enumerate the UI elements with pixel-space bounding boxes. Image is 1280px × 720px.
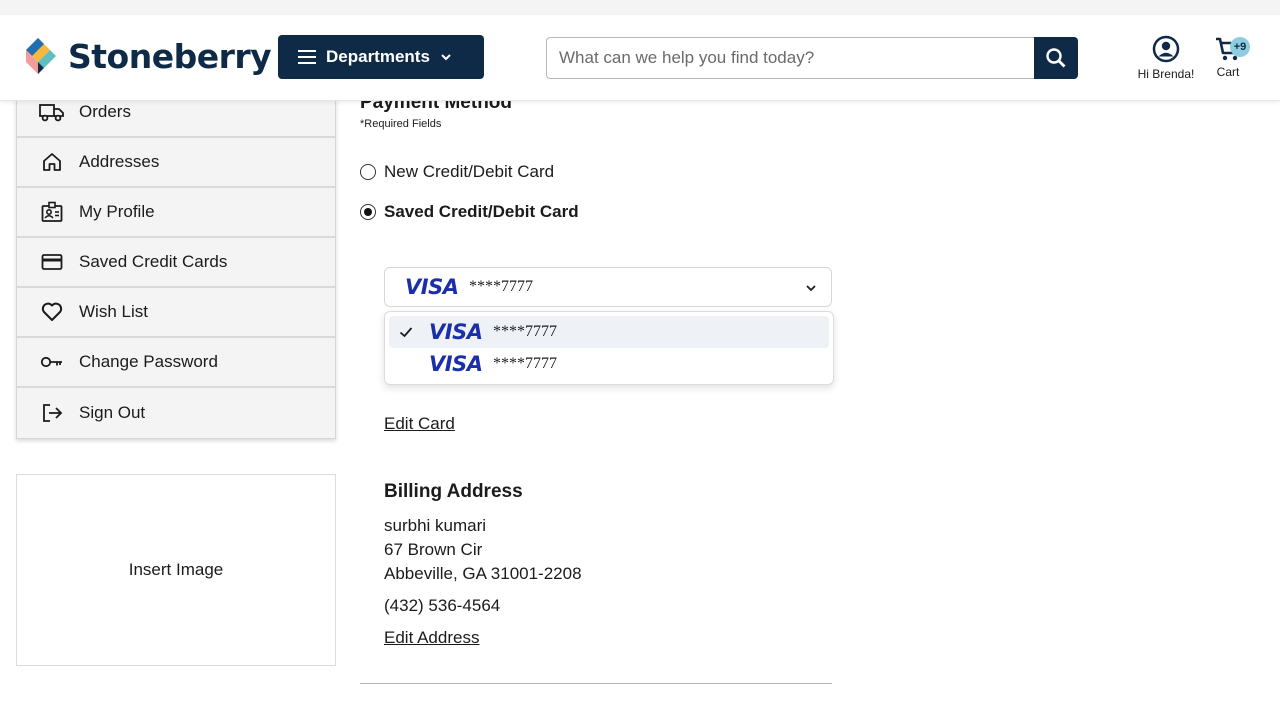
menu-icon [298,50,316,64]
chevron-down-icon [441,54,451,61]
checkmark-icon [399,327,413,338]
section-divider [360,683,832,684]
heart-icon [39,299,65,325]
sidebar-item-label: Change Password [79,352,218,371]
sidebar-item-addresses[interactable]: Addresses [17,138,335,188]
saved-card-radio[interactable] [360,204,376,220]
sidebar-item-label: Orders [79,102,131,121]
id-badge-icon [39,199,65,225]
billing-city-state-zip: Abbeville, GA 31001-2208 [384,564,582,583]
saved-card-dropdown: VISA ****7777 VISA ****7777 [384,311,834,385]
credit-card-icon [39,249,65,275]
saved-card-select[interactable]: VISA ****7777 [384,267,832,307]
top-utility-strip [0,0,1280,15]
sidebar-item-saved-credit-cards[interactable]: Saved Credit Cards [17,238,335,288]
saved-card-label: Saved Credit/Debit Card [384,202,579,221]
card-number: ****7777 [493,355,557,372]
account-menu[interactable]: Hi Brenda! [1132,35,1200,81]
billing-name: surbhi kumari [384,516,487,535]
key-icon [39,349,65,375]
edit-address-link[interactable]: Edit Address [384,628,479,648]
visa-logo-icon: VISA [429,320,483,344]
new-card-label: New Credit/Debit Card [384,162,555,181]
logo-mark-icon [26,38,56,74]
sidebar-item-label: Addresses [79,152,160,171]
cart-button[interactable]: +9 Cart [1208,35,1250,79]
card-number: ****7777 [493,323,557,340]
sign-out-icon [39,400,65,426]
visa-logo-icon: VISA [429,352,483,376]
search-bar [546,37,1078,79]
billing-phone: (432) 536-4564 [384,596,501,615]
cart-count-badge: +9 [1230,37,1250,57]
visa-logo-icon: VISA [405,275,459,299]
sidebar-item-label: Sign Out [79,403,146,422]
sidebar-item-wish-list[interactable]: Wish List [17,288,335,338]
saved-card-option[interactable]: Saved Credit/Debit Card [360,202,579,222]
stoneberry-logo[interactable]: Stoneberry [24,36,272,78]
new-card-radio[interactable] [360,164,376,180]
departments-button[interactable]: Departments [278,35,484,79]
card-option[interactable]: VISA ****7777 [389,348,829,380]
billing-address-title: Billing Address [384,481,523,502]
edit-card-link[interactable]: Edit Card [384,414,455,434]
sidebar-item-label: Wish List [79,302,148,321]
sidebar-item-my-profile[interactable]: My Profile [17,188,335,238]
card-option[interactable]: VISA ****7777 [389,316,829,348]
required-fields-note: *Required Fields [360,118,442,130]
chevron-down-icon [806,285,816,292]
departments-label: Departments [326,47,430,66]
truck-icon [39,99,65,125]
billing-street: 67 Brown Cir [384,540,483,559]
sidebar-item-label: My Profile [79,202,155,221]
new-card-option[interactable]: New Credit/Debit Card [360,162,554,182]
sidebar-item-label: Saved Credit Cards [79,252,228,271]
sidebar-item-sign-out[interactable]: Sign Out [17,388,335,438]
sidebar-item-change-password[interactable]: Change Password [17,338,335,388]
cart-label: Cart [1216,65,1240,79]
user-circle-icon [1152,35,1180,63]
image-placeholder: Insert Image [16,474,336,666]
account-sidebar: Orders Addresses My Profile Saved Credit… [16,87,336,439]
search-button[interactable] [1034,37,1078,79]
home-icon [39,149,65,175]
search-icon [1046,48,1066,68]
search-input[interactable] [546,37,1034,79]
account-greeting: Hi Brenda! [1137,67,1195,81]
logo-text: Stoneberry [68,37,272,76]
image-placeholder-label: Insert Image [128,560,224,579]
site-header: Stoneberry Departments Hi Brenda! +9 Car… [0,15,1280,101]
selected-card-number: ****7777 [469,278,533,295]
